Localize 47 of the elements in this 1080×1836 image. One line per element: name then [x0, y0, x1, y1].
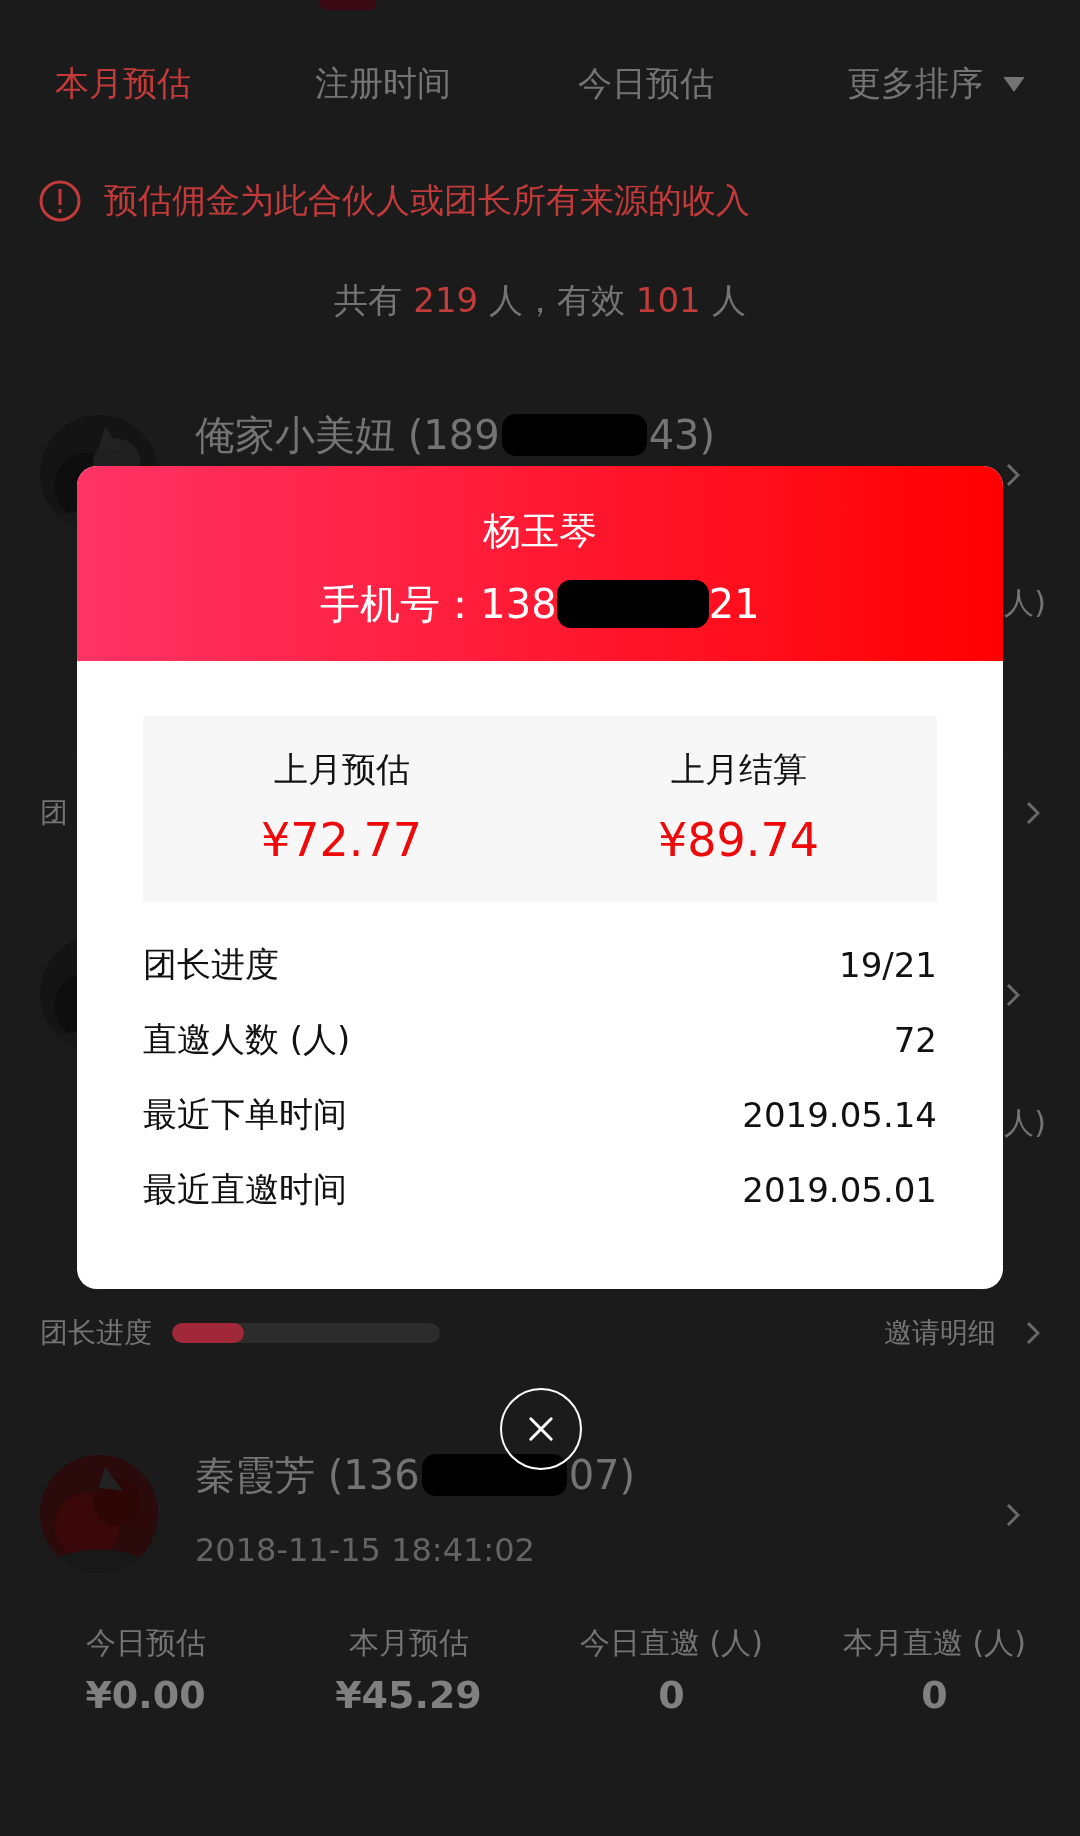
- chevron-icon[interactable]: [1026, 1321, 1040, 1345]
- detail-label: 团长进度: [143, 942, 279, 986]
- member-name: 07): [568, 1452, 636, 1498]
- stat-value: 0: [921, 1673, 948, 1717]
- sort-tab[interactable]: 更多排序: [847, 61, 983, 107]
- warning-icon: [38, 179, 82, 223]
- stat-value: ¥0.00: [85, 1673, 206, 1717]
- earnings-label: 上月预估: [273, 748, 410, 791]
- notice-text: 预估佣金为此合伙人或团长所有来源的收入: [104, 179, 750, 222]
- detail-value: 72: [893, 1019, 937, 1060]
- earnings-value: ¥72.77: [261, 812, 422, 868]
- dropdown-icon: [1003, 76, 1025, 92]
- detail-value: 19/21: [839, 944, 937, 985]
- chevron-icon[interactable]: [1026, 801, 1040, 825]
- chevron-icon[interactable]: [1006, 1503, 1020, 1527]
- member-name: 43): [648, 412, 716, 458]
- team-progress-label: 团: [40, 795, 68, 831]
- phone-number: 手机号：138: [320, 580, 557, 629]
- member-name: 俺家小美妞 (189: [195, 410, 500, 460]
- member-name: 杨玉琴: [483, 508, 597, 555]
- phone-number: 21: [708, 580, 760, 629]
- stat-label: 本月预估: [348, 1624, 469, 1662]
- earnings-label: 上月结算: [670, 748, 807, 791]
- member-name: 秦霞芳 (136: [195, 1450, 420, 1500]
- stat-value: 0: [658, 1673, 685, 1717]
- stat-label: 本月直邀 (人): [843, 1624, 1026, 1662]
- stat-value: ¥45.29: [335, 1673, 482, 1717]
- stat-label: 今日预估: [85, 1624, 206, 1662]
- detail-value: 2019.05.14: [742, 1094, 937, 1135]
- stat-label: 人): [1004, 1104, 1046, 1142]
- sort-tab[interactable]: 注册时间: [315, 61, 451, 107]
- stat-label: 今日直邀 (人): [580, 1624, 763, 1662]
- stat-label: 人): [1004, 584, 1046, 622]
- member-count-text: 共有 219 人，有效 101 人: [334, 278, 746, 322]
- detail-label: 直邀人数 (人): [143, 1017, 351, 1061]
- register-date: 2018-11-15 18:41:02: [195, 1531, 536, 1569]
- sort-tab[interactable]: 今日预估: [578, 61, 714, 107]
- invite-detail-link[interactable]: 邀请明细: [884, 1314, 996, 1352]
- earnings-value: ¥89.74: [658, 812, 819, 868]
- sort-tab[interactable]: 本月预估: [55, 61, 191, 107]
- detail-label: 最近下单时间: [143, 1092, 347, 1136]
- team-progress-label: 团长进度: [40, 1315, 152, 1351]
- detail-label: 最近直邀时间: [143, 1167, 347, 1211]
- chevron-icon[interactable]: [1006, 983, 1020, 1007]
- detail-value: 2019.05.01: [742, 1169, 937, 1210]
- chevron-icon[interactable]: [1006, 463, 1020, 487]
- tab-indicator: [320, 0, 376, 10]
